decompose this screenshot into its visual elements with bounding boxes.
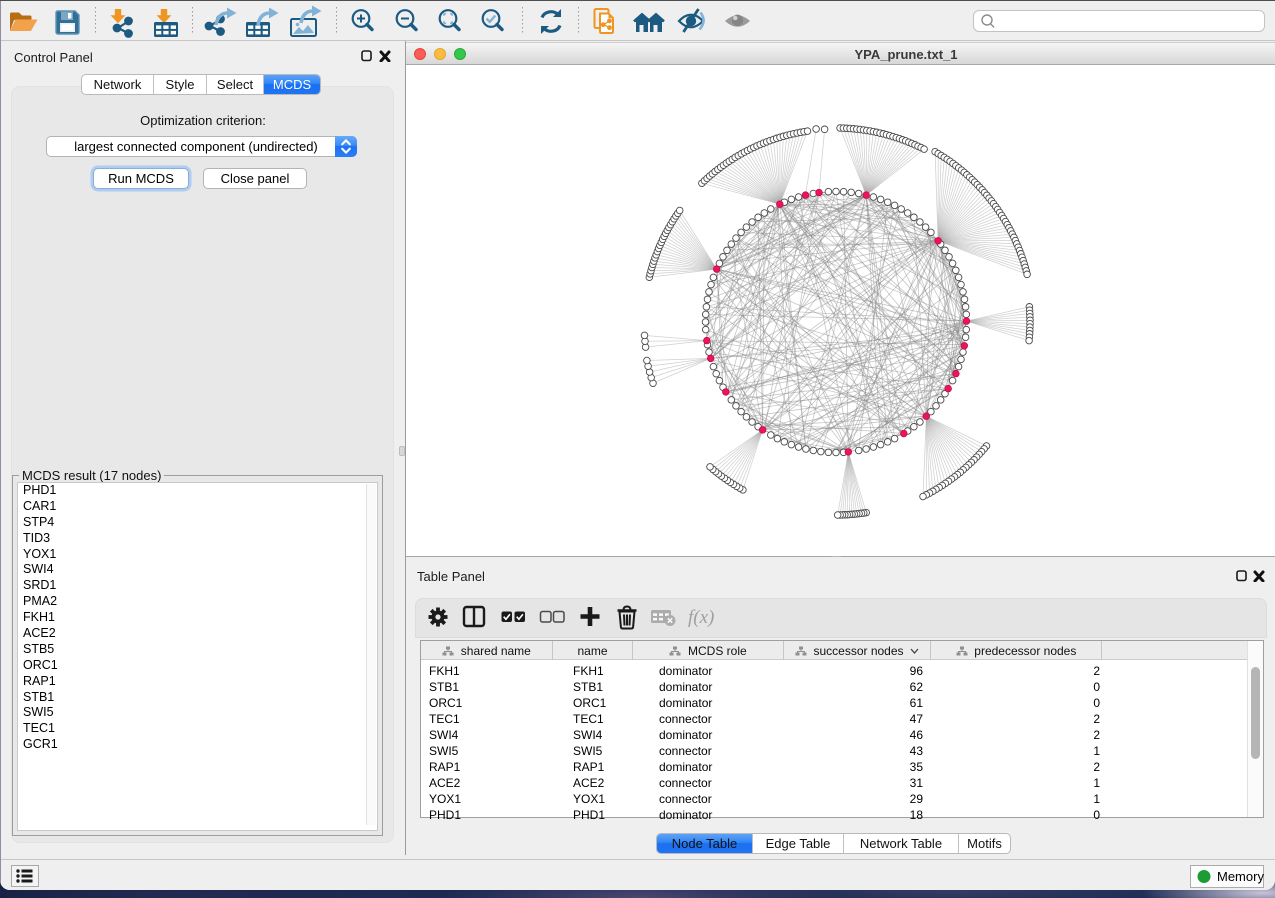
- svg-text:f(x): f(x): [688, 607, 714, 628]
